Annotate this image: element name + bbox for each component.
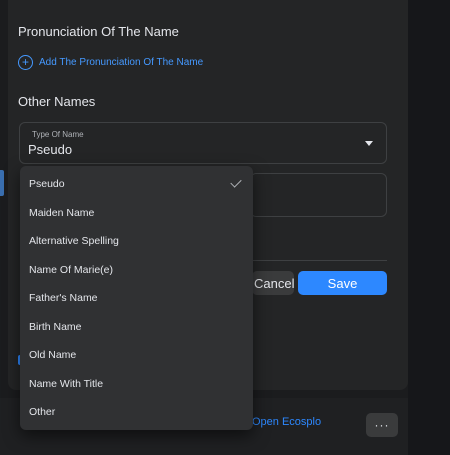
dropdown-option-old-name[interactable]: Old Name (20, 341, 253, 370)
dropdown-option-other[interactable]: Other (20, 398, 253, 427)
other-names-title: Other Names (18, 94, 96, 109)
option-label: Other (29, 406, 56, 419)
save-button[interactable]: Save (298, 271, 387, 295)
name-input[interactable] (250, 173, 387, 217)
more-options-button[interactable]: ··· (366, 413, 398, 437)
dropdown-option-pseudo[interactable]: Pseudo (20, 170, 253, 199)
name-type-label: Type Of Name (32, 130, 84, 139)
option-label: Pseudo (29, 178, 65, 191)
selection-marker (0, 170, 4, 196)
plus-circle-icon: + (18, 54, 33, 70)
name-type-value: Pseudo (28, 142, 73, 157)
option-label: Name With Title (29, 377, 104, 390)
cancel-button[interactable]: Cancel (252, 271, 294, 295)
divider (250, 260, 387, 261)
option-label: Father's Name (29, 292, 98, 305)
dropdown-option-name-of-spouse[interactable]: Name Of Marie(e) (20, 256, 253, 285)
name-type-select[interactable]: Type Of Name Pseudo (19, 122, 387, 164)
dropdown-option-maiden-name[interactable]: Maiden Name (20, 199, 253, 228)
pronunciation-title: Pronunciation Of The Name (18, 24, 179, 39)
dropdown-option-name-with-title[interactable]: Name With Title (20, 370, 253, 399)
option-label: Old Name (29, 349, 77, 362)
dropdown-option-fathers-name[interactable]: Father's Name (20, 284, 253, 313)
add-pronunciation-label: Add The Pronunciation Of The Name (39, 56, 204, 68)
caret-down-icon (365, 141, 373, 146)
checkmark-icon (230, 176, 242, 188)
option-label: Name Of Marie(e) (29, 263, 114, 276)
dropdown-option-alternative-spelling[interactable]: Alternative Spelling (20, 227, 253, 256)
footer-link[interactable]: Open Ecosplo (252, 416, 321, 428)
page-background-right (408, 0, 450, 455)
option-label: Alternative Spelling (29, 235, 119, 248)
add-pronunciation-link[interactable]: + Add The Pronunciation Of The Name (18, 53, 203, 71)
option-label: Maiden Name (29, 206, 95, 219)
dropdown-option-birth-name[interactable]: Birth Name (20, 313, 253, 342)
name-type-dropdown: Pseudo Maiden Name Alternative Spelling … (20, 166, 253, 430)
option-label: Birth Name (29, 320, 82, 333)
